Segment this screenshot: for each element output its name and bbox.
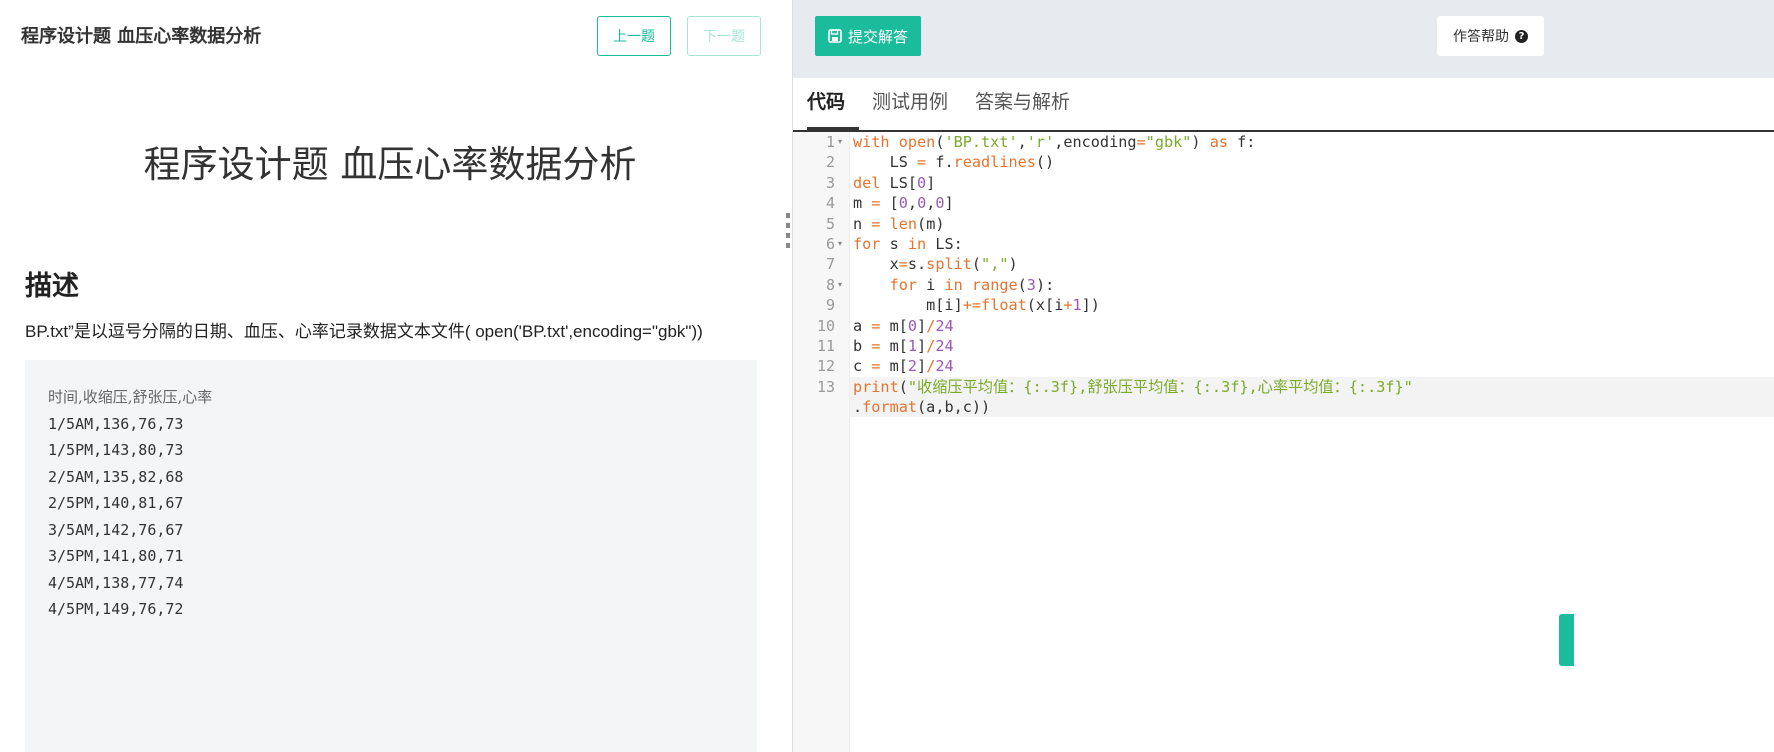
fold-arrow-icon[interactable]: ▾ <box>838 234 842 254</box>
fold-arrow-icon[interactable]: ▾ <box>838 132 842 152</box>
sample-line: 3/5AM,142,76,67 <box>48 520 184 539</box>
sample-line: 4/5PM,149,76,72 <box>48 600 184 618</box>
problem-title: 程序设计题 血压心率数据分析 <box>143 143 637 186</box>
drag-handle-icon[interactable] <box>785 213 791 251</box>
header-title: 程序设计题 血压心率数据分析 <box>21 26 262 47</box>
line-number: 13 <box>816 377 835 396</box>
sample-line: 1/5AM,136,76,73 <box>48 414 184 433</box>
question-icon: ? <box>1515 29 1528 43</box>
problem-pane: 程序设计题 血压心率数据分析 上一题 下一题 程序设计题 血压心率数据分析 描述… <box>0 0 793 752</box>
code-line: for i in range(3): <box>889 275 1055 294</box>
code-line: a = m[0]/24 <box>853 316 954 335</box>
fold-arrow-icon[interactable]: ▾ <box>838 275 842 295</box>
sample-line: 3/5PM,141,80,71 <box>48 547 184 565</box>
line-number: 2 <box>825 153 835 172</box>
code-line: for s in LS: <box>853 235 963 253</box>
sample-line: 4/5AM,138,77,74 <box>48 573 184 592</box>
code-line: del LS[0] <box>853 173 936 192</box>
code-line: b = m[1]/24 <box>853 337 954 355</box>
sample-line: 2/5AM,135,82,68 <box>48 467 184 486</box>
code-line: .format(a,b,c)) <box>853 398 991 417</box>
description-text: BP.txt”是以逗号分隔的日期、血压、心率记录数据文本文件( open('BP… <box>25 322 703 341</box>
sample-data-block: 时间,收缩压,舒张压,心率 1/5AM,136,76,73 1/5PM,143,… <box>25 360 757 752</box>
help-button[interactable]: 作答帮助 ? <box>1437 16 1544 56</box>
line-number: 3 <box>825 173 835 192</box>
side-float-tab[interactable] <box>1559 614 1574 666</box>
code-line: print("收缩压平均值：{:.3f},舒张压平均值：{:.3f},心率平均值… <box>853 377 1413 396</box>
save-icon <box>828 29 842 43</box>
line-number: 5 <box>825 214 835 233</box>
code-line: with open('BP.txt','r',encoding="gbk") a… <box>853 133 1256 151</box>
sample-line: 2/5PM,140,81,67 <box>48 494 184 512</box>
submit-label: 提交解答 <box>847 27 908 46</box>
description-heading: 描述 <box>25 271 79 302</box>
code-editor[interactable]: with open('BP.txt','r',encoding="gbk") a… <box>793 132 1774 752</box>
line-number: 7 <box>825 255 835 274</box>
code-line: x=s.split(",") <box>853 255 1018 274</box>
editor-pane: 提交解答 作答帮助 ? 代码 测试用例 答案与解析 with open('BP.… <box>793 0 1774 752</box>
code-line: m[i]+=float(x[i+1]) <box>853 296 1100 315</box>
sample-line: 时间,收缩压,舒张压,心率 <box>48 388 213 406</box>
line-number: 1 <box>825 133 835 151</box>
code-line: LS = f.readlines() <box>853 153 1055 172</box>
line-number: 4 <box>825 194 835 213</box>
tab-test-cases[interactable]: 测试用例 <box>872 78 948 130</box>
help-label: 作答帮助 <box>1453 29 1509 45</box>
line-number: 6 <box>825 235 835 253</box>
editor-tabs: 代码 测试用例 答案与解析 <box>793 78 1774 132</box>
code-line: c = m[2]/24 <box>853 357 954 376</box>
code-line: m = [0,0,0] <box>853 194 954 213</box>
prev-question-button[interactable]: 上一题 <box>597 16 671 56</box>
tab-answer-analysis[interactable]: 答案与解析 <box>975 78 1070 130</box>
code-line: n = len(m) <box>853 214 945 233</box>
line-number: 12 <box>816 357 835 376</box>
submit-answer-button[interactable]: 提交解答 <box>815 16 921 56</box>
line-number: 10 <box>816 316 835 335</box>
tab-code[interactable]: 代码 <box>807 78 859 130</box>
sample-line: 1/5PM,143,80,73 <box>48 441 184 459</box>
next-question-button[interactable]: 下一题 <box>687 16 761 56</box>
editor-toolbar: 提交解答 作答帮助 ? <box>793 0 1774 78</box>
line-number: 9 <box>825 296 835 315</box>
line-number: 8 <box>825 275 835 294</box>
line-number: 11 <box>816 337 835 355</box>
